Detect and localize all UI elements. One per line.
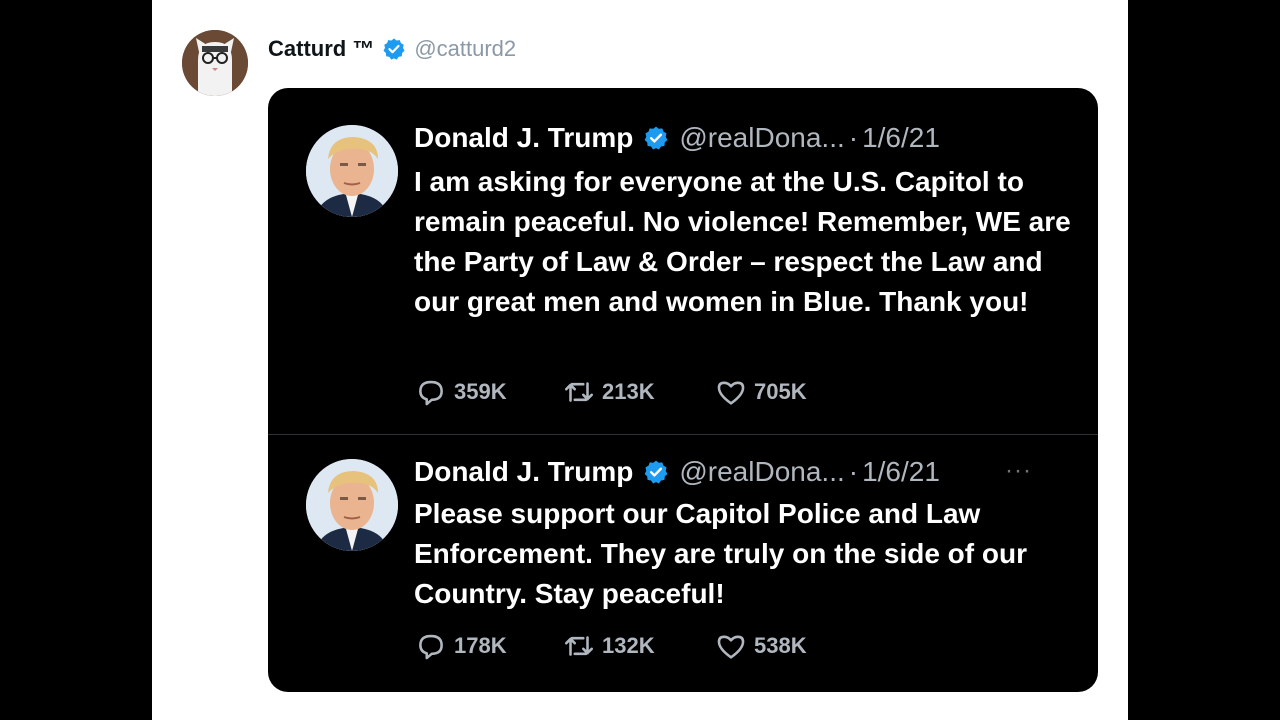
verified-badge-icon [644,460,668,484]
like-icon [717,635,745,659]
profile-photo-image [306,459,398,551]
reply-button[interactable]: 178K [414,629,562,663]
separator-dot: · [848,456,859,487]
reply-icon [419,634,443,660]
embedded-tweet-image[interactable]: Donald J. Trump @realDona... · 1/6/21 I … [268,88,1098,692]
like-count: 705K [754,379,807,404]
outer-display-name[interactable]: Catturd ™ [268,36,374,62]
profile-photo-image [306,125,398,217]
retweet-button[interactable]: 213K [562,375,714,409]
tweet-date[interactable]: 1/6/21 [862,456,940,488]
like-count: 538K [754,633,807,658]
retweet-button[interactable]: 132K [562,629,714,663]
retweet-icon [564,636,594,656]
retweet-count: 213K [602,379,655,404]
separator-dot: · [848,122,859,153]
author-name[interactable]: Donald J. Trump [414,456,633,488]
tweet-header: Donald J. Trump @realDona... · 1/6/21 [414,122,940,154]
tweet-actions: 359K 213K 705K [414,375,807,409]
author-handle[interactable]: @realDona... [679,456,844,488]
verified-badge-icon [644,126,668,150]
reply-button[interactable]: 359K [414,375,562,409]
avatar[interactable] [306,459,398,551]
tweet-text: Please support our Capitol Police and La… [414,498,1027,609]
like-button[interactable]: 705K [714,375,807,409]
cat-avatar-image [182,30,248,96]
tweet[interactable]: Donald J. Trump @realDona... · 1/6/21 I … [268,88,1098,434]
reply-count: 178K [454,633,507,658]
outer-handle[interactable]: @catturd2 [414,36,516,62]
tweet-actions: 178K 132K 538K [414,629,807,663]
reply-count: 359K [454,379,507,404]
tweet-date[interactable]: 1/6/21 [862,122,940,154]
author-handle[interactable]: @realDona... [679,122,844,154]
avatar[interactable] [306,125,398,217]
tweet-text: I am asking for everyone at the U.S. Cap… [414,166,1071,317]
more-icon[interactable]: ··· [1005,457,1032,485]
tweet[interactable]: Donald J. Trump @realDona... · 1/6/21 ··… [268,435,1098,692]
tweet-header: Donald J. Trump @realDona... · 1/6/21 [414,456,940,488]
post-panel: Catturd ™ @catturd2 Donald J. Trump @rea… [152,0,1128,720]
avatar[interactable] [182,30,248,96]
retweet-icon [564,382,594,402]
outer-post-header: Catturd ™ @catturd2 [182,30,516,96]
verified-badge-icon [383,38,405,60]
retweet-count: 132K [602,633,655,658]
reply-icon [419,380,443,406]
like-icon [717,381,745,405]
author-name[interactable]: Donald J. Trump [414,122,633,154]
like-button[interactable]: 538K [714,629,807,663]
